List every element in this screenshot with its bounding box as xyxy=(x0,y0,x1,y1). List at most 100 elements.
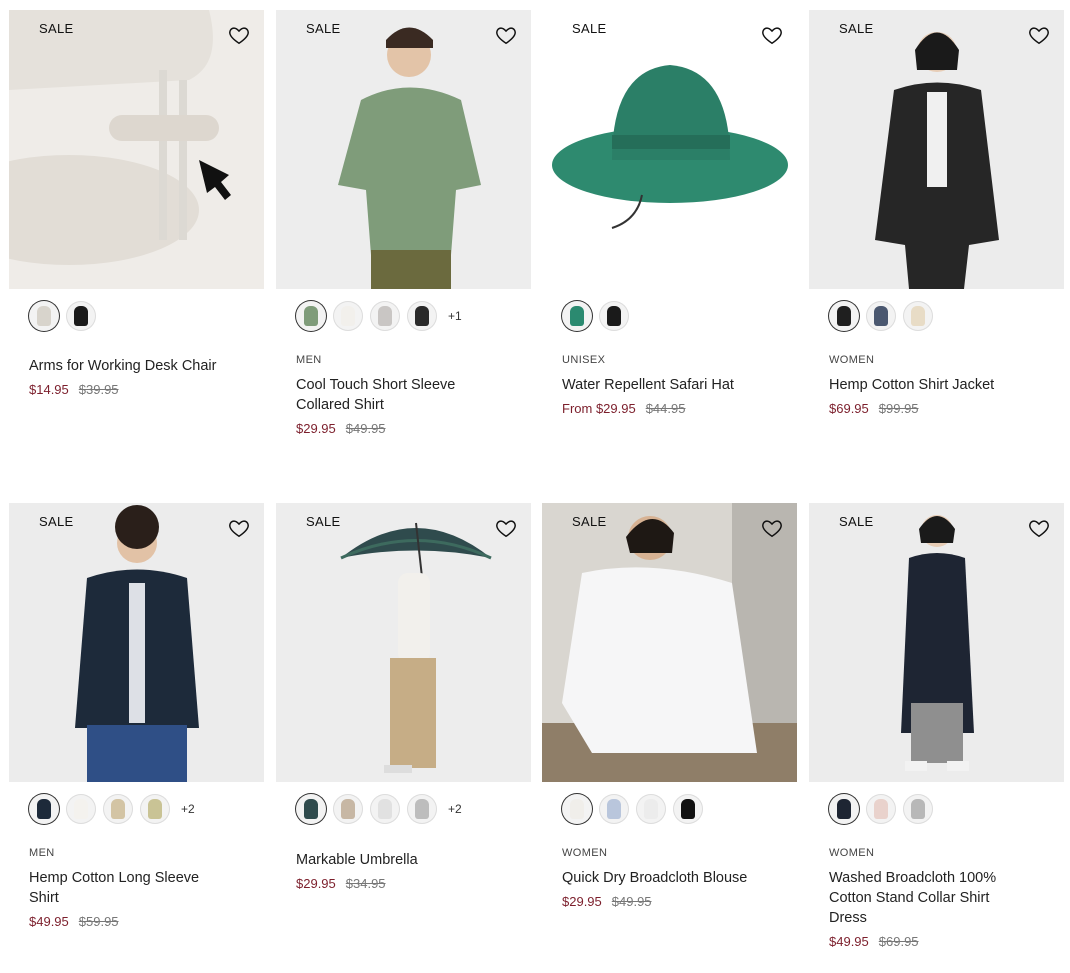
swatch-fill xyxy=(874,306,888,326)
product-card[interactable]: SALE WOMEN Washed Broadcloth 100% Cotton… xyxy=(809,503,1064,949)
color-swatch[interactable] xyxy=(296,301,326,331)
swatch-fill xyxy=(570,306,584,326)
product-image[interactable]: SALE xyxy=(276,10,531,289)
color-swatch[interactable] xyxy=(370,301,400,331)
model-photo xyxy=(809,503,1064,782)
swatch-fill xyxy=(415,799,429,819)
product-image[interactable]: SALE xyxy=(9,503,264,782)
sale-price: From $29.95 xyxy=(562,401,636,416)
swatch-fill xyxy=(607,306,621,326)
sale-price: $69.95 xyxy=(829,401,869,416)
color-swatch[interactable] xyxy=(333,794,363,824)
more-colors-link[interactable]: +2 xyxy=(448,802,462,816)
heart-icon[interactable] xyxy=(1028,517,1050,539)
model-photo xyxy=(809,10,1064,289)
product-card[interactable]: SALE WOMEN Hemp Cotton Shirt Jacket $69.… xyxy=(809,10,1064,416)
original-price: $34.95 xyxy=(345,876,386,891)
swatch-fill xyxy=(37,799,51,819)
product-name[interactable]: Quick Dry Broadcloth Blouse xyxy=(562,868,762,888)
swatch-fill xyxy=(341,306,355,326)
swatch-fill xyxy=(837,306,851,326)
product-name[interactable]: Hemp Cotton Shirt Jacket xyxy=(829,375,1029,395)
original-price: $49.95 xyxy=(611,894,652,909)
model-photo xyxy=(542,503,797,782)
model-photo xyxy=(276,10,531,289)
product-card[interactable]: SALE +1 MEN Cool Touch Short Sleeve Coll… xyxy=(276,10,531,436)
product-image[interactable]: SALE xyxy=(542,503,797,782)
color-swatch[interactable] xyxy=(636,794,666,824)
heart-icon[interactable] xyxy=(1028,24,1050,46)
heart-icon[interactable] xyxy=(495,517,517,539)
color-swatch[interactable] xyxy=(599,301,629,331)
color-swatch[interactable] xyxy=(866,794,896,824)
sale-price: $29.95 xyxy=(296,421,336,436)
product-category: WOMEN xyxy=(829,847,875,859)
color-swatch[interactable] xyxy=(407,794,437,824)
swatch-fill xyxy=(415,306,429,326)
hat-photo xyxy=(542,10,797,289)
product-image[interactable]: SALE xyxy=(9,10,264,289)
product-name[interactable]: Arms for Working Desk Chair xyxy=(29,356,229,376)
chair-arm-photo xyxy=(9,10,264,289)
color-swatch[interactable] xyxy=(829,794,859,824)
original-price: $59.95 xyxy=(78,914,119,929)
color-swatches xyxy=(562,792,710,826)
product-name[interactable]: Water Repellent Safari Hat xyxy=(562,375,762,395)
color-swatch[interactable] xyxy=(370,794,400,824)
color-swatch[interactable] xyxy=(866,301,896,331)
swatch-fill xyxy=(148,799,162,819)
product-category: WOMEN xyxy=(829,354,875,366)
sale-badge: SALE xyxy=(306,514,341,529)
product-image[interactable]: SALE xyxy=(809,10,1064,289)
product-name[interactable]: Washed Broadcloth 100% Cotton Stand Coll… xyxy=(829,868,1029,928)
color-swatch[interactable] xyxy=(903,301,933,331)
original-price: $49.95 xyxy=(345,421,386,436)
model-photo xyxy=(9,503,264,782)
more-colors-link[interactable]: +2 xyxy=(181,802,195,816)
color-swatch[interactable] xyxy=(66,301,96,331)
color-swatch[interactable] xyxy=(903,794,933,824)
color-swatch[interactable] xyxy=(673,794,703,824)
color-swatch[interactable] xyxy=(29,301,59,331)
heart-icon[interactable] xyxy=(228,517,250,539)
swatch-fill xyxy=(874,799,888,819)
product-category: WOMEN xyxy=(562,847,608,859)
color-swatch[interactable] xyxy=(562,301,592,331)
color-swatch[interactable] xyxy=(333,301,363,331)
swatch-fill xyxy=(378,306,392,326)
color-swatch[interactable] xyxy=(296,794,326,824)
color-swatch[interactable] xyxy=(140,794,170,824)
swatch-fill xyxy=(304,799,318,819)
heart-icon[interactable] xyxy=(228,24,250,46)
product-category: MEN xyxy=(29,847,55,859)
color-swatch[interactable] xyxy=(103,794,133,824)
color-swatch[interactable] xyxy=(407,301,437,331)
product-image[interactable]: SALE xyxy=(542,10,797,289)
color-swatch[interactable] xyxy=(562,794,592,824)
product-image[interactable]: SALE xyxy=(276,503,531,782)
color-swatch[interactable] xyxy=(66,794,96,824)
heart-icon[interactable] xyxy=(761,24,783,46)
product-name[interactable]: Cool Touch Short Sleeve Collared Shirt xyxy=(296,375,496,415)
sale-price: $49.95 xyxy=(29,914,69,929)
heart-icon[interactable] xyxy=(761,517,783,539)
product-card[interactable]: SALE +2 MEN Hemp Cotton Long Sleeve Shir… xyxy=(9,503,264,929)
product-card[interactable]: SALE +2 Markable Umbrella $29.95 $34.95 xyxy=(276,503,531,891)
more-colors-link[interactable]: +1 xyxy=(448,309,462,323)
original-price: $69.95 xyxy=(878,934,919,949)
sale-price: $29.95 xyxy=(296,876,336,891)
sale-price: $29.95 xyxy=(562,894,602,909)
color-swatch[interactable] xyxy=(29,794,59,824)
product-card[interactable]: SALE Arms for Working Desk Chair $14.95 $… xyxy=(9,10,264,397)
product-name[interactable]: Markable Umbrella xyxy=(296,850,496,870)
color-swatch[interactable] xyxy=(599,794,629,824)
product-card[interactable]: SALE WOMEN Quick Dry Broadcloth Blouse $… xyxy=(542,503,797,909)
color-swatches xyxy=(829,299,940,333)
heart-icon[interactable] xyxy=(495,24,517,46)
color-swatch[interactable] xyxy=(829,301,859,331)
product-card[interactable]: SALE UNISEX Water Repellent Safari Hat F… xyxy=(542,10,797,416)
swatch-fill xyxy=(681,799,695,819)
product-name[interactable]: Hemp Cotton Long Sleeve Shirt xyxy=(29,868,229,908)
original-price: $44.95 xyxy=(645,401,686,416)
product-image[interactable]: SALE xyxy=(809,503,1064,782)
